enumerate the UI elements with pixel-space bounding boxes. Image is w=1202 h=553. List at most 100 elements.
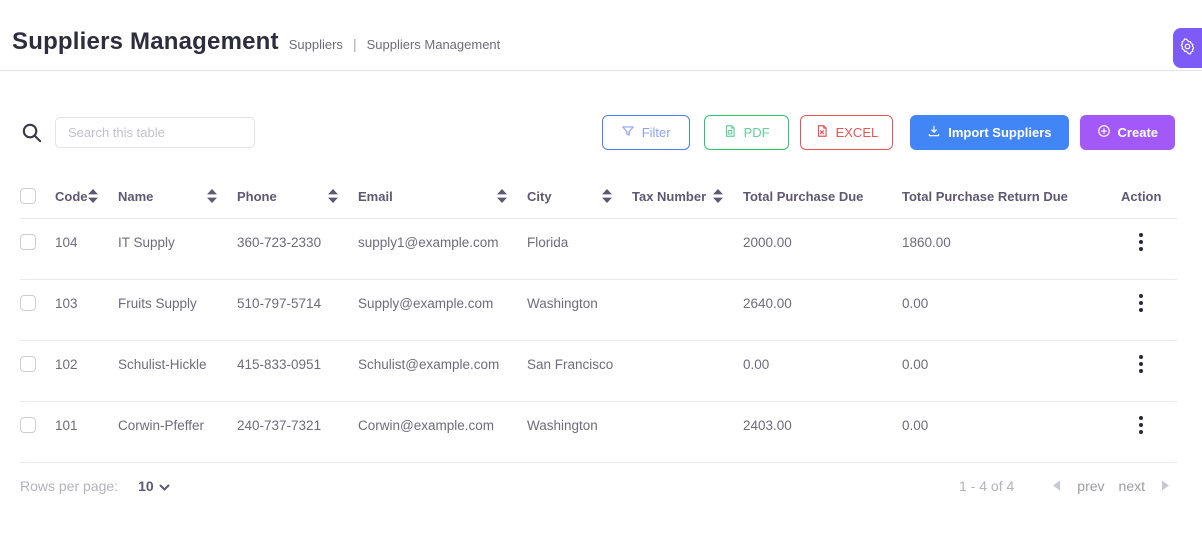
column-label: Total Purchase Due (743, 189, 863, 204)
sort-icon[interactable] (88, 189, 98, 203)
settings-button[interactable] (1173, 28, 1202, 68)
cell-total-purchase-due: 0.00 (743, 341, 902, 402)
select-all-checkbox[interactable] (20, 188, 36, 204)
cell-code: 102 (55, 341, 118, 402)
breadcrumb-item-suppliers[interactable]: Suppliers (289, 37, 343, 52)
column-header-tax-number[interactable]: Tax Number (632, 179, 743, 219)
breadcrumb-item-suppliers-management: Suppliers Management (367, 37, 501, 52)
kebab-dot (1139, 294, 1143, 298)
cell-tax-number (632, 402, 743, 463)
column-header-email[interactable]: Email (358, 179, 527, 219)
cell-code: 104 (55, 219, 118, 280)
page-title: Suppliers Management (12, 28, 279, 56)
cell-code: 103 (55, 280, 118, 341)
column-header-total-purchase-return-due: Total Purchase Return Due (902, 179, 1121, 219)
gear-icon (1179, 38, 1196, 58)
row-checkbox[interactable] (20, 417, 36, 433)
kebab-dot (1139, 247, 1143, 251)
kebab-dot (1139, 369, 1143, 373)
first-page-arrow[interactable] (1050, 479, 1063, 494)
cell-email: Supply@example.com (358, 280, 527, 341)
column-header-city[interactable]: City (527, 179, 632, 219)
chevron-down-icon (159, 479, 170, 494)
breadcrumb-separator: | (353, 36, 357, 52)
cell-email: Schulist@example.com (358, 341, 527, 402)
chevron-left-icon (1052, 479, 1061, 494)
column-header-phone[interactable]: Phone (237, 179, 358, 219)
cell-total-purchase-due: 2640.00 (743, 280, 902, 341)
import-suppliers-button[interactable]: Import Suppliers (910, 115, 1068, 150)
cell-phone: 240-737-7321 (237, 402, 358, 463)
pdf-button-label: PDF (744, 125, 770, 140)
table-row: 101Corwin-Pfeffer240-737-7321Corwin@exam… (20, 402, 1177, 463)
cell-phone: 415-833-0951 (237, 341, 358, 402)
cell-total-purchase-return-due: 0.00 (902, 402, 1121, 463)
sort-icon[interactable] (713, 189, 723, 203)
chevron-right-icon (1161, 479, 1170, 494)
next-page-button[interactable]: next (1119, 478, 1145, 494)
table-row: 103Fruits Supply510-797-5714Supply@examp… (20, 280, 1177, 341)
download-icon (927, 124, 941, 141)
cell-tax-number (632, 280, 743, 341)
column-label: Email (358, 189, 393, 204)
prev-page-button[interactable]: prev (1077, 478, 1104, 494)
row-actions-menu-button[interactable] (1129, 351, 1153, 377)
cell-total-purchase-return-due: 0.00 (902, 341, 1121, 402)
column-header-name[interactable]: Name (118, 179, 237, 219)
row-checkbox[interactable] (20, 356, 36, 372)
import-button-label: Import Suppliers (948, 125, 1051, 140)
pagination-range: 1 - 4 of 4 (959, 478, 1014, 494)
cell-city: Washington (527, 402, 632, 463)
table-row: 102Schulist-Hickle415-833-0951Schulist@e… (20, 341, 1177, 402)
pdf-export-button[interactable]: PDF (704, 115, 789, 150)
rows-per-page-select[interactable]: 10 (138, 478, 170, 494)
column-label: Name (118, 189, 153, 204)
funnel-icon (621, 124, 635, 141)
row-actions-menu-button[interactable] (1129, 412, 1153, 438)
last-page-arrow[interactable] (1159, 479, 1172, 494)
cell-city: San Francisco (527, 341, 632, 402)
plus-circle-icon (1097, 124, 1111, 141)
column-header-code[interactable]: Code (55, 179, 118, 219)
create-button[interactable]: Create (1080, 115, 1175, 150)
cell-city: Washington (527, 280, 632, 341)
rows-per-page-value: 10 (138, 478, 154, 494)
sort-icon[interactable] (207, 189, 217, 203)
pdf-file-icon (723, 124, 737, 141)
sort-icon[interactable] (497, 189, 507, 203)
cell-name: IT Supply (118, 219, 237, 280)
filter-button[interactable]: Filter (602, 115, 690, 150)
sort-icon[interactable] (328, 189, 338, 203)
column-header-total-purchase-due: Total Purchase Due (743, 179, 902, 219)
kebab-dot (1139, 301, 1143, 305)
cell-email: supply1@example.com (358, 219, 527, 280)
kebab-dot (1139, 240, 1143, 244)
excel-export-button[interactable]: EXCEL (800, 115, 894, 150)
search-input[interactable] (55, 117, 255, 148)
cell-name: Fruits Supply (118, 280, 237, 341)
rows-per-page-label: Rows per page: (20, 478, 118, 494)
search-icon (20, 121, 43, 144)
column-label: Phone (237, 189, 277, 204)
cell-tax-number (632, 341, 743, 402)
table-footer: Rows per page: 10 1 - 4 of 4 prev next (0, 478, 1202, 494)
table-row: 104IT Supply360-723-2330supply1@example.… (20, 219, 1177, 280)
kebab-dot (1139, 355, 1143, 359)
kebab-dot (1139, 423, 1143, 427)
row-checkbox[interactable] (20, 295, 36, 311)
excel-file-icon (815, 124, 829, 141)
row-actions-menu-button[interactable] (1129, 229, 1153, 255)
filter-button-label: Filter (642, 125, 671, 140)
row-checkbox[interactable] (20, 234, 36, 250)
table-header-row: CodeName Phone Email CityTax Number Total Pu… (20, 179, 1177, 219)
sort-icon[interactable] (602, 189, 612, 203)
kebab-dot (1139, 362, 1143, 366)
kebab-dot (1139, 308, 1143, 312)
row-actions-menu-button[interactable] (1129, 290, 1153, 316)
column-label: Total Purchase Return Due (902, 189, 1068, 204)
column-header-action: Action (1121, 179, 1177, 219)
cell-phone: 510-797-5714 (237, 280, 358, 341)
cell-code: 101 (55, 402, 118, 463)
column-label: Tax Number (632, 189, 706, 204)
cell-total-purchase-return-due: 1860.00 (902, 219, 1121, 280)
